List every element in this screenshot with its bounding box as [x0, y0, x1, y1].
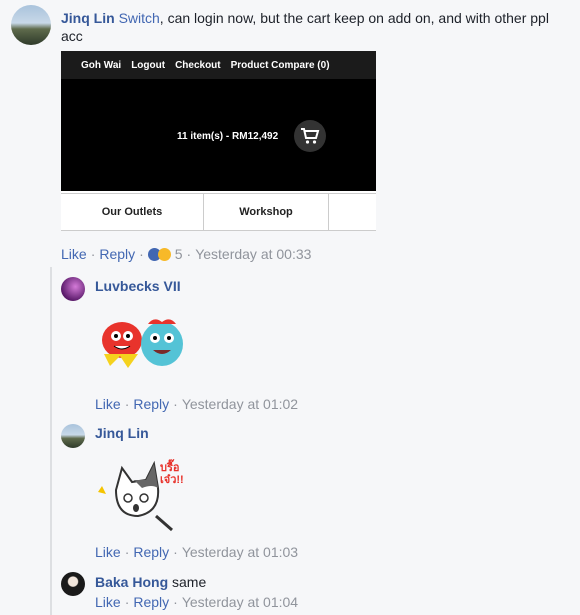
screenshot-tabs: Our Outlets Workshop: [61, 193, 376, 231]
like-link[interactable]: Like: [95, 544, 121, 560]
nav-compare: Product Compare (0): [230, 59, 330, 71]
tab-workshop: Workshop: [204, 194, 329, 230]
haha-reaction-icon: [157, 248, 171, 261]
mention-link[interactable]: Switch: [119, 10, 160, 26]
like-link[interactable]: Like: [61, 246, 87, 262]
reply-link[interactable]: Reply: [133, 594, 169, 610]
avatar-jinq-lin-small[interactable]: [61, 424, 85, 448]
nav-checkout: Checkout: [175, 59, 221, 71]
avatar-luvbecks[interactable]: [61, 277, 85, 301]
reply-time[interactable]: Yesterday at 01:04: [182, 594, 298, 610]
nav-user: Goh Wai: [81, 59, 122, 71]
reply-author[interactable]: Jinq Lin: [95, 425, 149, 441]
reply-link[interactable]: Reply: [99, 246, 135, 262]
reply-author[interactable]: Baka Hong: [95, 574, 168, 590]
reply-actions: Like · Reply · Yesterday at 01:02: [95, 396, 299, 412]
comment-actions: Like · Reply · 5 · Yesterday at 00:33: [61, 246, 312, 262]
reply-author[interactable]: Luvbecks VII: [95, 278, 181, 294]
like-link[interactable]: Like: [95, 594, 121, 610]
cart-icon: [294, 120, 326, 152]
comment-time[interactable]: Yesterday at 00:33: [195, 246, 311, 262]
reply-link[interactable]: Reply: [133, 396, 169, 412]
attached-screenshot[interactable]: Goh Wai Logout Checkout Product Compare …: [61, 51, 376, 231]
screenshot-nav: Goh Wai Logout Checkout Product Compare …: [61, 51, 376, 79]
sticker-text: บรื๊อ เจ๋ว!!: [160, 462, 184, 486]
reply-time[interactable]: Yesterday at 01:03: [182, 544, 298, 560]
nav-logout: Logout: [131, 59, 166, 71]
reply-link[interactable]: Reply: [133, 544, 169, 560]
cat-sticker[interactable]: บรื๊อ เจ๋ว!!: [96, 460, 184, 534]
comment-author[interactable]: Jinq Lin: [61, 10, 115, 26]
avatar-baka-hong[interactable]: [61, 572, 85, 596]
reply-time[interactable]: Yesterday at 01:02: [182, 396, 298, 412]
reply-text: same: [172, 574, 207, 590]
reply-actions: Like · Reply · Yesterday at 01:03: [95, 544, 299, 560]
screenshot-header: Goh Wai Logout Checkout Product Compare …: [61, 51, 376, 191]
comment-body: Jinq Lin Switch, can login now, but the …: [61, 9, 566, 45]
tab-our-outlets: Our Outlets: [61, 194, 204, 230]
reply-actions: Like · Reply · Yesterday at 01:04: [95, 594, 299, 610]
reply-body: Baka Hong same: [95, 573, 206, 591]
reply-thread-line: [50, 267, 52, 615]
red-and-blue-monster-sticker[interactable]: [92, 312, 192, 374]
reaction-count[interactable]: 5: [175, 246, 183, 262]
cart-summary: 11 item(s) - RM12,492: [177, 131, 279, 142]
avatar-jinq-lin[interactable]: [11, 5, 51, 45]
like-link[interactable]: Like: [95, 396, 121, 412]
